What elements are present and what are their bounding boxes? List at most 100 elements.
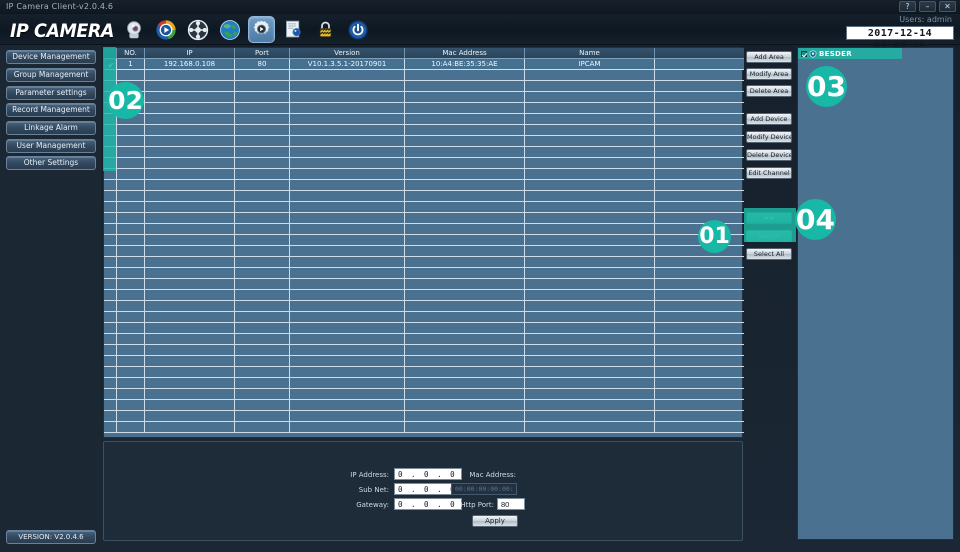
cell-empty xyxy=(405,334,525,344)
edit-channel-button[interactable]: Edit Channel xyxy=(746,167,792,179)
ip-address-input[interactable] xyxy=(394,468,462,480)
table-row-empty[interactable] xyxy=(104,301,744,312)
toolbar-playback-button[interactable] xyxy=(152,16,179,43)
help-button[interactable]: ? xyxy=(899,1,916,12)
cell-empty xyxy=(290,301,405,311)
table-row-empty[interactable] xyxy=(104,279,744,290)
add-area-button[interactable]: Add Area xyxy=(746,51,792,63)
tree-item-besder[interactable]: BESDER xyxy=(798,48,902,59)
select-all-button[interactable]: Select All xyxy=(746,248,792,260)
toolbar-ptz-button[interactable] xyxy=(184,16,211,43)
delete-area-button[interactable]: Delete Area xyxy=(746,85,792,97)
cell-empty xyxy=(235,400,290,410)
table-row-empty[interactable] xyxy=(104,169,744,180)
search-button[interactable]: Search xyxy=(746,230,792,242)
toolbar-log-button[interactable] xyxy=(280,16,307,43)
table-row-empty[interactable] xyxy=(104,180,744,191)
table-row-empty[interactable] xyxy=(104,323,744,334)
table-row-empty[interactable] xyxy=(104,213,744,224)
add-device-button[interactable]: Add Device xyxy=(746,113,792,125)
cell-empty xyxy=(145,301,235,311)
table-row-empty[interactable] xyxy=(104,125,744,136)
table-row-empty[interactable] xyxy=(104,235,744,246)
table-row-empty[interactable] xyxy=(104,191,744,202)
sidebar-item-user-management[interactable]: User Management xyxy=(6,139,96,153)
mac-address-input[interactable] xyxy=(451,483,517,495)
column-header-no[interactable]: NO. xyxy=(117,48,145,58)
table-row-empty[interactable] xyxy=(104,334,744,345)
table-row-empty[interactable] xyxy=(104,389,744,400)
cell-empty xyxy=(655,345,744,355)
sidebar-item-device-management[interactable]: Device Management xyxy=(6,50,96,64)
minimize-button[interactable]: – xyxy=(919,1,936,12)
toolbar-lock-button[interactable] xyxy=(312,16,339,43)
table-row-empty[interactable] xyxy=(104,246,744,257)
cell-empty xyxy=(405,246,525,256)
toolbar-settings-button[interactable] xyxy=(248,16,275,43)
table-row-empty[interactable] xyxy=(104,356,744,367)
table-row[interactable]: 1 192.168.0.108 80 V10.1.3.5.1-20170901 … xyxy=(104,59,744,70)
cell-empty xyxy=(117,323,145,333)
cell-empty xyxy=(290,235,405,245)
cell-empty xyxy=(525,103,655,113)
table-row-empty[interactable] xyxy=(104,257,744,268)
delete-device-button[interactable]: Delete Device xyxy=(746,149,792,161)
column-header-ip[interactable]: IP xyxy=(145,48,235,58)
table-row-empty[interactable] xyxy=(104,81,744,92)
apply-button[interactable]: Apply xyxy=(472,515,518,527)
table-row-empty[interactable] xyxy=(104,345,744,356)
toolbar-network-button[interactable] xyxy=(216,16,243,43)
cell-empty xyxy=(117,136,145,146)
table-row-empty[interactable] xyxy=(104,422,744,433)
close-button[interactable]: ✕ xyxy=(939,1,956,12)
cell-empty xyxy=(525,345,655,355)
cell-empty xyxy=(405,202,525,212)
cell-empty xyxy=(145,378,235,388)
table-row-empty[interactable] xyxy=(104,290,744,301)
column-header-name[interactable]: Name xyxy=(525,48,655,58)
row-checkbox[interactable] xyxy=(107,61,113,67)
tree-checkbox[interactable] xyxy=(801,50,807,57)
sidebar-item-group-management[interactable]: Group Management xyxy=(6,68,96,82)
column-header-port[interactable]: Port xyxy=(235,48,290,58)
toolbar-power-button[interactable] xyxy=(344,16,371,43)
sidebar-item-record-management[interactable]: Record Management xyxy=(6,103,96,117)
row-checkbox-cell[interactable] xyxy=(104,59,117,69)
table-row-empty[interactable] xyxy=(104,158,744,169)
version-button[interactable]: VERSION: V2.0.4.6 xyxy=(6,530,96,544)
modify-area-button[interactable]: Modify Area xyxy=(746,68,792,80)
column-header-version[interactable]: Version xyxy=(290,48,405,58)
table-row-empty[interactable] xyxy=(104,224,744,235)
modify-device-button[interactable]: Modify Device xyxy=(746,131,792,143)
column-header-checkbox[interactable] xyxy=(104,48,117,58)
cell-empty xyxy=(405,169,525,179)
sidebar-item-other-settings[interactable]: Other Settings xyxy=(6,156,96,170)
table-row-empty[interactable] xyxy=(104,114,744,125)
cell-empty xyxy=(655,114,744,124)
transfer-device-button[interactable]: >> xyxy=(746,212,792,224)
http-port-input[interactable] xyxy=(497,498,525,510)
table-row-empty[interactable] xyxy=(104,103,744,114)
toolbar-camera-button[interactable] xyxy=(120,16,147,43)
table-row-empty[interactable] xyxy=(104,70,744,81)
table-row-empty[interactable] xyxy=(104,202,744,213)
cell-empty xyxy=(290,389,405,399)
table-row-empty[interactable] xyxy=(104,147,744,158)
sidebar-item-linkage-alarm[interactable]: Linkage Alarm xyxy=(6,121,96,135)
cell-empty xyxy=(117,422,145,432)
table-row-empty[interactable] xyxy=(104,367,744,378)
sidebar-item-parameter-settings[interactable]: Parameter settings xyxy=(6,86,96,100)
table-row-empty[interactable] xyxy=(104,312,744,323)
column-header-mac[interactable]: Mac Address xyxy=(405,48,525,58)
cell-empty xyxy=(525,356,655,366)
table-row-empty[interactable] xyxy=(104,411,744,422)
table-row-empty[interactable] xyxy=(104,400,744,411)
cell-empty xyxy=(235,202,290,212)
cell-empty xyxy=(655,70,744,80)
cell-empty xyxy=(117,367,145,377)
cell-empty xyxy=(655,367,744,377)
table-row-empty[interactable] xyxy=(104,378,744,389)
table-row-empty[interactable] xyxy=(104,268,744,279)
table-row-empty[interactable] xyxy=(104,92,744,103)
table-row-empty[interactable] xyxy=(104,136,744,147)
